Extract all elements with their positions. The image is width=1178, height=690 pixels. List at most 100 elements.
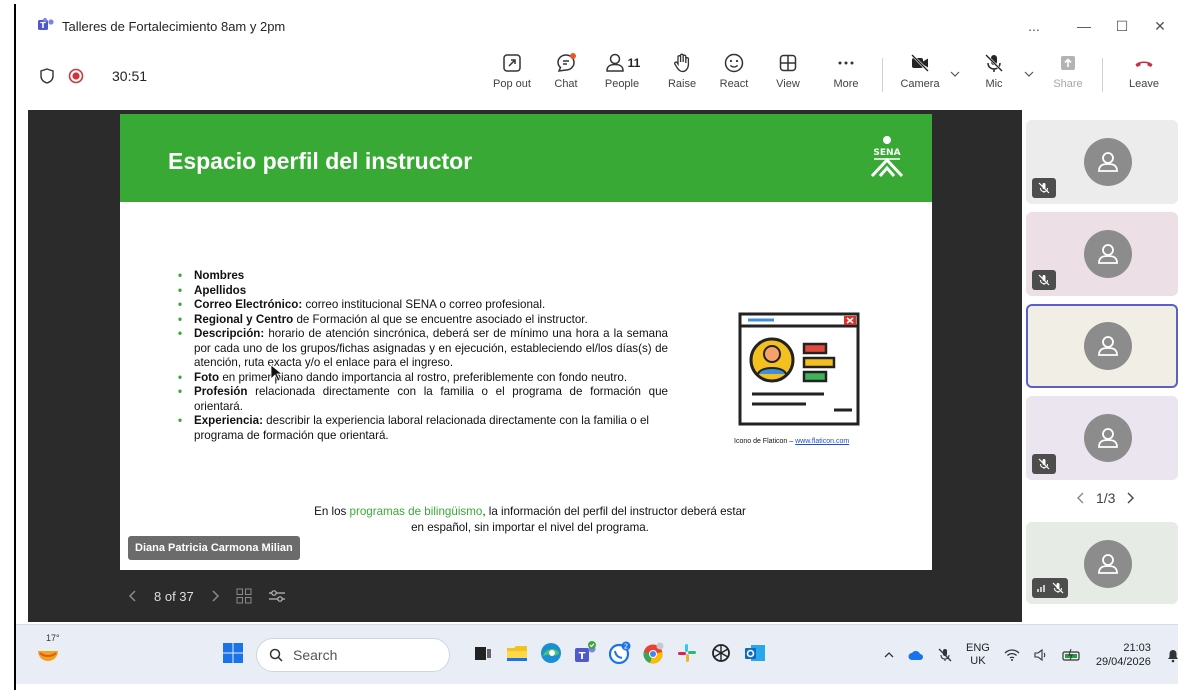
svg-text:T: T: [579, 651, 586, 662]
speaker-icon[interactable]: [1034, 649, 1048, 661]
footnote-pre: En los: [314, 505, 350, 518]
share-icon: [1061, 56, 1075, 70]
system-clock[interactable]: 21:03 29/04/2026: [1096, 641, 1151, 669]
item-text: horario de atención sincrónica, deberá s…: [194, 327, 668, 369]
chevron-right-icon: [212, 590, 219, 602]
item-term: Foto: [194, 370, 220, 384]
more-label: More: [833, 78, 859, 90]
footnote-highlight: programas de bilingüismo: [349, 505, 483, 518]
minimize-button[interactable]: —: [1068, 14, 1100, 38]
participant-tile-1[interactable]: [1026, 120, 1178, 204]
item-text: correo institucional SENA o correo profe…: [302, 298, 546, 311]
participant-tile-4[interactable]: [1026, 396, 1178, 480]
camera-chevron-down-icon[interactable]: [950, 70, 960, 78]
input-language[interactable]: ENG UK: [966, 642, 990, 668]
clock-time: 21:03: [1123, 642, 1151, 654]
camera-button[interactable]: Camera: [894, 52, 946, 102]
participant-tile-3-selected[interactable]: [1026, 304, 1178, 388]
raise-label: Raise: [667, 78, 697, 90]
chevron-right-icon[interactable]: [1125, 491, 1135, 505]
mic-label: Mic: [985, 78, 1003, 90]
teams-app-icon[interactable]: T: [572, 640, 598, 666]
person-icon: [1098, 428, 1118, 448]
next-slide-button[interactable]: [210, 589, 220, 603]
people-icon: [605, 53, 624, 72]
presenter-name-tag: Diana Patricia Carmona Milian: [128, 536, 300, 560]
list-item: Experiencia: describir la experiencia la…: [178, 414, 668, 443]
edge-browser-icon[interactable]: [538, 640, 564, 666]
slide-counter: 8 of 37: [154, 588, 194, 604]
search-icon: [269, 648, 283, 662]
grid-view-button[interactable]: [236, 588, 252, 604]
teams-meeting-window: T Talleres de Fortalecimiento 8am y 2pm …: [14, 4, 1178, 690]
mic-off-icon: [1038, 458, 1050, 470]
avatar: [1084, 322, 1132, 370]
person-icon: [1098, 336, 1118, 356]
sliders-icon: [268, 590, 285, 602]
settings-slider-button[interactable]: [268, 588, 286, 604]
outlook-icon[interactable]: [742, 640, 768, 666]
mic-off-icon: [1052, 582, 1064, 594]
chevron-up-icon[interactable]: [884, 651, 894, 659]
mic-chevron-down-icon[interactable]: [1024, 70, 1034, 78]
muted-badge: [1032, 270, 1056, 290]
participant-tile-5[interactable]: [1026, 522, 1178, 604]
mic-off-icon: [1038, 274, 1050, 286]
slack-icon[interactable]: [674, 640, 700, 666]
task-view-icon[interactable]: [470, 640, 496, 666]
maximize-button[interactable]: ☐: [1106, 14, 1138, 38]
people-button[interactable]: 11 People: [596, 52, 648, 102]
wifi-icon[interactable]: [1004, 649, 1020, 661]
chatgpt-icon[interactable]: [708, 640, 734, 666]
camera-off-icon: [911, 54, 929, 72]
raise-hand-button[interactable]: Raise: [656, 52, 708, 102]
weather-widget[interactable]: 17°: [34, 633, 62, 663]
shield-icon[interactable]: [40, 68, 54, 84]
react-button[interactable]: React: [708, 52, 760, 102]
chat-button[interactable]: Chat: [540, 52, 592, 102]
sena-logo-text: SENA: [873, 148, 900, 158]
list-item: Profesión relacionada directamente con l…: [178, 385, 668, 414]
leave-button[interactable]: Leave: [1118, 52, 1170, 102]
pop-out-button[interactable]: Pop out: [486, 52, 538, 102]
whatsapp-icon[interactable]: 2: [606, 640, 632, 666]
item-term: Descripción:: [194, 327, 265, 340]
onedrive-cloud-icon[interactable]: [908, 649, 924, 661]
flaticon-link[interactable]: www.flaticon.com: [795, 438, 849, 445]
toolbar-divider-2: [1102, 58, 1103, 92]
recording-icon: [68, 68, 84, 84]
windows-start-icon[interactable]: [222, 642, 244, 664]
search-placeholder: Search: [293, 647, 338, 663]
item-text: describir la experiencia laboral relacio…: [194, 414, 649, 442]
teams-logo-icon: T: [38, 18, 54, 30]
mic-button[interactable]: Mic: [968, 52, 1020, 102]
notification-bell-icon[interactable]: [1165, 647, 1178, 663]
window-more-button[interactable]: ...: [1018, 14, 1050, 38]
item-text: relacionada directamente con la familia …: [194, 385, 668, 413]
windows-taskbar: 17° Search T 2 ENG UK 21:03 29/04/2026: [16, 624, 1178, 684]
share-button[interactable]: Share: [1042, 52, 1094, 102]
credit-text: Icono de Flaticon –: [734, 438, 796, 445]
battery-charging-icon[interactable]: [1062, 649, 1082, 661]
list-item: Regional y Centro de Formación al que se…: [178, 313, 668, 328]
flaticon-credit: Icono de Flaticon – www.flaticon.com: [734, 438, 849, 445]
mic-muted-tray-icon[interactable]: [938, 648, 952, 662]
person-icon: [1098, 244, 1118, 264]
file-explorer-icon[interactable]: [504, 640, 530, 666]
instructor-profile-list: Nombres Apellidos Correo Electrónico: co…: [178, 269, 668, 443]
participant-pager: 1/3: [1076, 490, 1135, 506]
person-icon: [1098, 152, 1118, 172]
taskbar-search-box[interactable]: Search: [256, 638, 450, 672]
chrome-icon[interactable]: [640, 640, 666, 666]
presentation-slide: Espacio perfil del instructor SENA Nombr…: [120, 114, 932, 570]
chevron-left-icon[interactable]: [1076, 491, 1086, 505]
item-term: Regional y Centro: [194, 312, 294, 326]
participant-tile-2[interactable]: [1026, 212, 1178, 296]
close-button[interactable]: ✕: [1144, 14, 1176, 38]
more-button[interactable]: More: [820, 52, 872, 102]
previous-slide-button[interactable]: [128, 589, 138, 603]
language-code: ENG: [966, 642, 990, 654]
meeting-toolbar: 30:51 Pop out Chat 11 People Raise React…: [16, 44, 1178, 108]
title-bar: T Talleres de Fortalecimiento 8am y 2pm …: [16, 4, 1178, 44]
view-button[interactable]: View: [762, 52, 814, 102]
